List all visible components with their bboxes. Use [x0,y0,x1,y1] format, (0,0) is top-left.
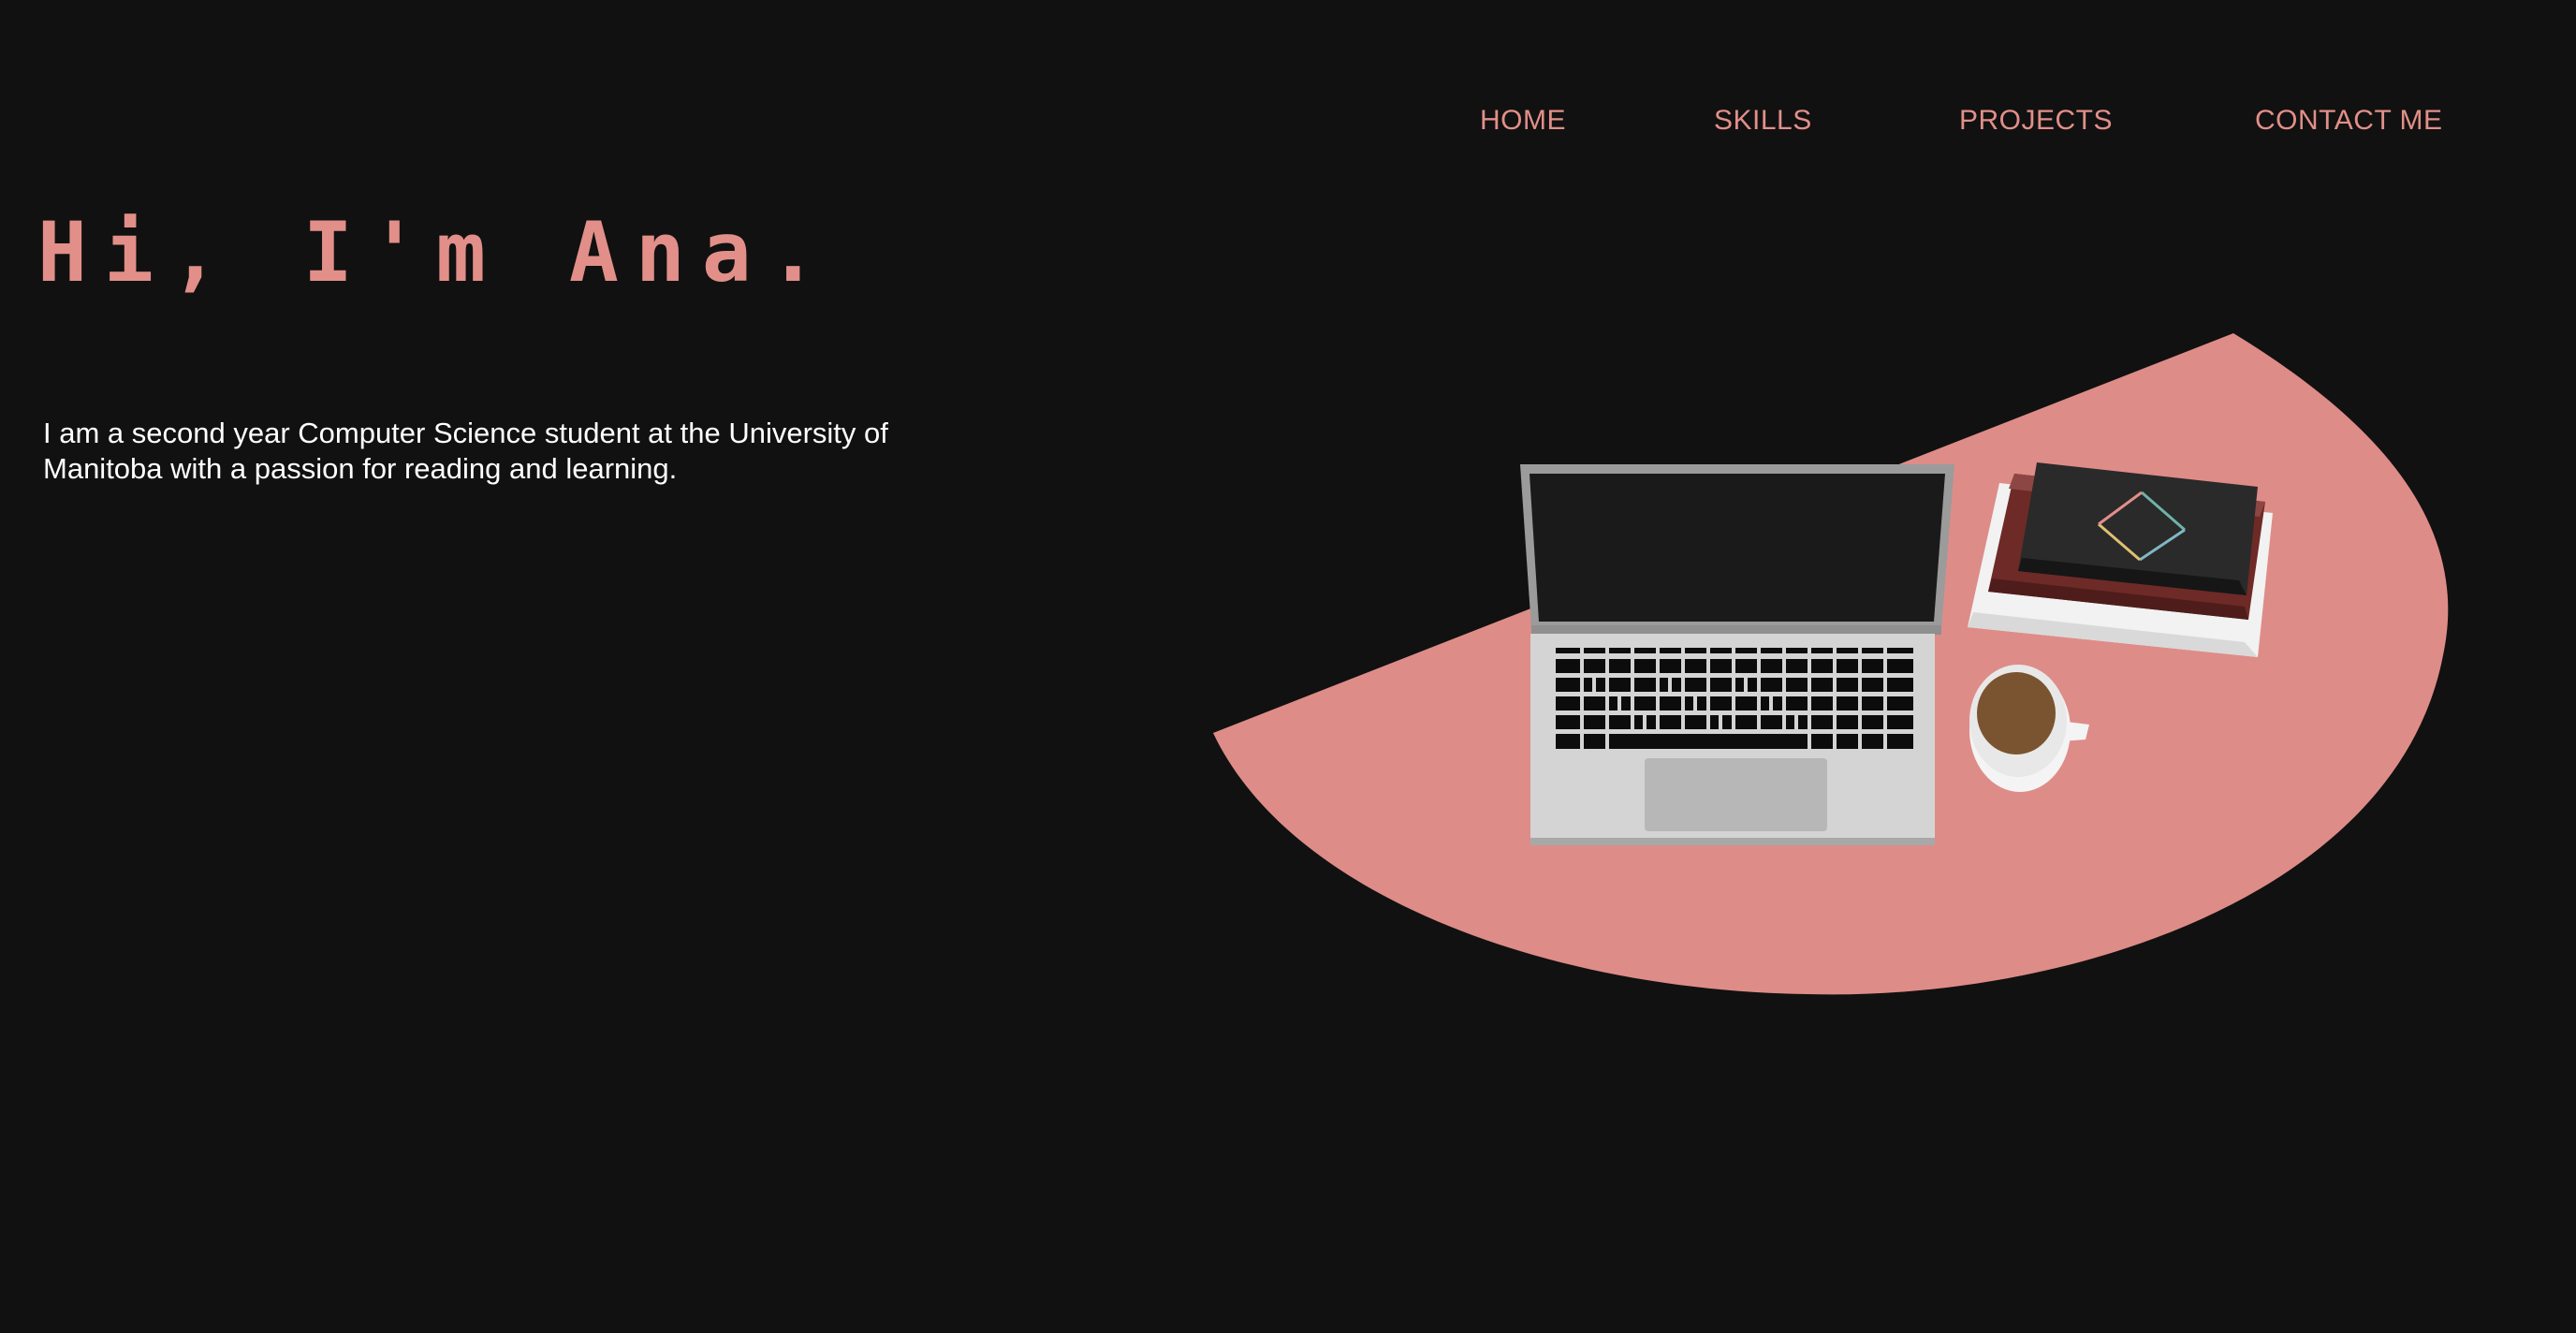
nav-link-contact-me[interactable]: CONTACT ME [2255,105,2443,137]
laptop-icon [1520,464,1954,845]
hero-title: Hi, I'm Ana. [37,204,835,300]
background-blob [1213,333,2449,995]
nav-link-skills[interactable]: SKILLS [1714,105,1812,137]
coffee-cup-icon [1969,665,2089,792]
intro-text: I am a second year Computer Science stud… [43,417,888,485]
main-nav: HOME SKILLS PROJECTS CONTACT ME [0,105,2576,152]
books-icon [1968,462,2273,657]
nav-link-projects[interactable]: PROJECTS [1959,105,2113,137]
nav-link-home[interactable]: HOME [1480,105,1566,137]
